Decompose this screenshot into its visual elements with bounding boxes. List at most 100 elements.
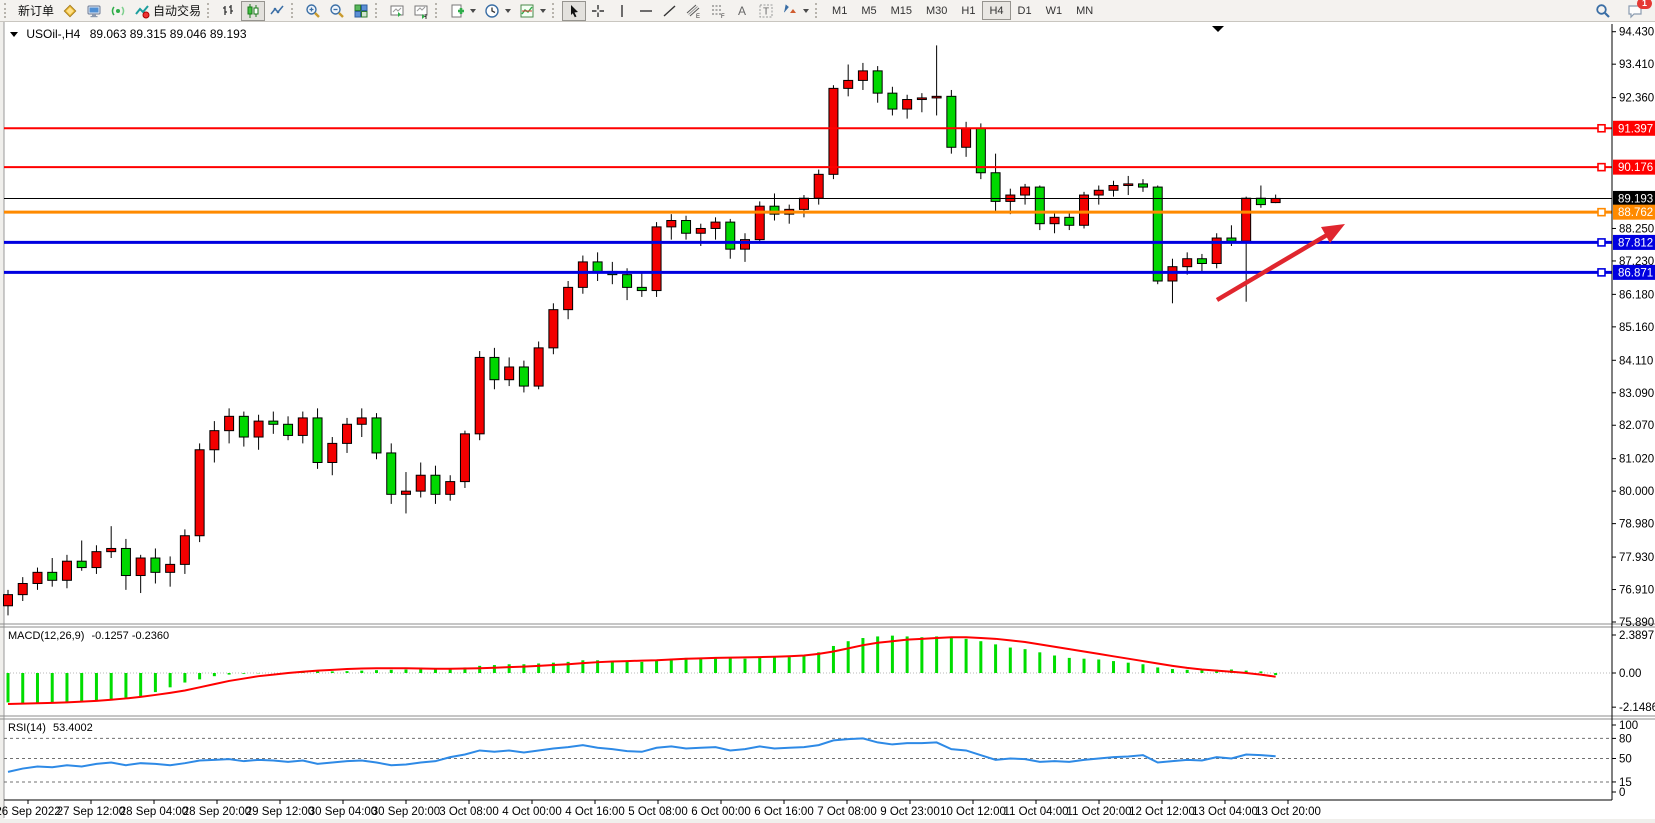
fibo-icon: F [710,3,726,19]
svg-text:100: 100 [1619,720,1638,732]
chevron-down-icon[interactable] [803,9,809,13]
svg-text:28 Sep 20:00: 28 Sep 20:00 [183,806,251,818]
toolbar-group-arrange [385,0,433,22]
price-badge-91.397: 91.397 [1613,121,1655,136]
trendline-button[interactable] [658,1,682,21]
channel-button[interactable]: E [682,1,706,21]
svg-text:6 Oct 00:00: 6 Oct 00:00 [691,806,750,818]
collapse-ohlc-icon[interactable] [10,32,18,37]
shapes-button[interactable] [778,1,813,21]
hline-handle[interactable] [1598,269,1605,276]
chevron-down-icon[interactable] [540,9,546,13]
timeframe-w1-button[interactable]: W1 [1039,1,1070,20]
toolbar-group-chart-type [217,0,289,22]
timeframe-m1-button[interactable]: M1 [825,1,854,20]
svg-text:0: 0 [1619,787,1625,799]
auto-scroll-button[interactable] [385,1,409,21]
timeframe-h1-button[interactable]: H1 [954,1,982,20]
line-chart-button[interactable] [265,1,289,21]
svg-text:7 Oct 08:00: 7 Oct 08:00 [817,806,876,818]
search-button[interactable] [1591,1,1615,21]
linechart-icon [269,3,285,19]
zoom-out-icon [329,3,345,19]
svg-text:29 Sep 12:00: 29 Sep 12:00 [246,806,314,818]
template-icon [519,3,535,19]
text-label-button[interactable]: T [754,1,778,21]
hline-handle[interactable] [1598,209,1605,216]
bar-chart-button[interactable] [217,1,241,21]
crosshair-button[interactable] [586,1,610,21]
svg-text:80: 80 [1619,733,1632,745]
period-menu-button[interactable] [480,1,515,21]
chat-button[interactable]: 1 [1623,1,1647,21]
timeframe-h4-button[interactable]: H4 [982,1,1010,20]
main-toolbar: 新订单 自动交易 EFAT M1M5M15M30H1H4D1W1MN 1 [0,0,1655,22]
charts-grid-button[interactable] [58,1,82,21]
timeframe-m5-button[interactable]: M5 [854,1,883,20]
chevron-down-icon[interactable] [505,9,511,13]
search-icon [1595,3,1611,19]
text-button[interactable]: A [730,1,754,21]
svg-text:0.00: 0.00 [1619,668,1641,680]
toolbar-drag-handle[interactable] [291,3,297,18]
tiles-icon [353,3,369,19]
channel-icon: E [686,3,702,19]
tile-windows-button[interactable] [349,1,373,21]
cursor-icon [566,3,582,19]
zoom-in-icon [305,3,321,19]
fibonacci-button[interactable]: F [706,1,730,21]
zoom-in-button[interactable] [301,1,325,21]
toolbar-drag-handle[interactable] [375,3,381,18]
svg-text:10 Oct 12:00: 10 Oct 12:00 [940,806,1006,818]
hline-handle[interactable] [1598,125,1605,132]
svg-text:86.871: 86.871 [1618,267,1653,279]
svg-text:11 Oct 04:00: 11 Oct 04:00 [1004,806,1069,818]
toolbar-group-trade: 新订单 自动交易 [14,0,205,22]
svg-text:92.360: 92.360 [1619,93,1654,105]
svg-text:4 Oct 00:00: 4 Oct 00:00 [502,806,561,818]
price-badge-88.762: 88.762 [1613,205,1655,220]
rsi-indicator-label: RSI(14) 53.4002 [8,722,93,734]
notification-badge: 1 [1637,0,1652,9]
rsi-name: RSI(14) [8,722,46,734]
timeframe-m30-button[interactable]: M30 [919,1,954,20]
new-order-button[interactable]: 新订单 [14,1,58,21]
timeframe-m15-button[interactable]: M15 [884,1,919,20]
toolbar-drag-handle[interactable] [207,3,213,18]
svg-text:90.176: 90.176 [1618,162,1653,174]
hline-handle[interactable] [1598,239,1605,246]
zoom-out-button[interactable] [325,1,349,21]
toolbar-group-draw-tools: EFAT [562,0,813,22]
new-chart-button[interactable] [445,1,480,21]
timeframe-mn-button[interactable]: MN [1069,1,1100,20]
signals-button[interactable] [106,1,130,21]
svg-text:4 Oct 16:00: 4 Oct 16:00 [565,806,624,818]
toolbar-drag-handle[interactable] [4,3,10,18]
svg-text:26 Sep 2022: 26 Sep 2022 [0,806,61,818]
autoscroll-icon [389,3,405,19]
toolbar-drag-handle[interactable] [552,3,558,18]
template-menu-button[interactable] [515,1,550,21]
new-chart-icon [449,3,465,19]
hline-button[interactable] [634,1,658,21]
toolbar-drag-handle[interactable] [435,3,441,18]
svg-text:77.930: 77.930 [1619,552,1654,564]
terminal-button[interactable] [82,1,106,21]
hline-handle[interactable] [1598,164,1605,171]
auto-trading-button[interactable]: 自动交易 [130,1,205,21]
chart-shift-button[interactable] [409,1,433,21]
candle-chart-button[interactable] [241,1,265,21]
chart-area[interactable]: 94.43093.41092.36088.25087.23086.18085.1… [0,22,1655,823]
chevron-down-icon[interactable] [470,9,476,13]
clock-icon [484,3,500,19]
svg-text:87.812: 87.812 [1618,237,1653,249]
svg-text:27 Sep 12:00: 27 Sep 12:00 [57,806,125,818]
svg-text:75.890: 75.890 [1619,617,1654,629]
timeframe-d1-button[interactable]: D1 [1011,1,1039,20]
new-order-button-label: 新订单 [18,2,54,19]
toolbar-drag-handle[interactable] [815,3,821,18]
vline-button[interactable] [610,1,634,21]
svg-text:2.3897: 2.3897 [1619,630,1654,642]
cursor-button[interactable] [562,1,586,21]
svg-text:91.397: 91.397 [1618,123,1653,135]
